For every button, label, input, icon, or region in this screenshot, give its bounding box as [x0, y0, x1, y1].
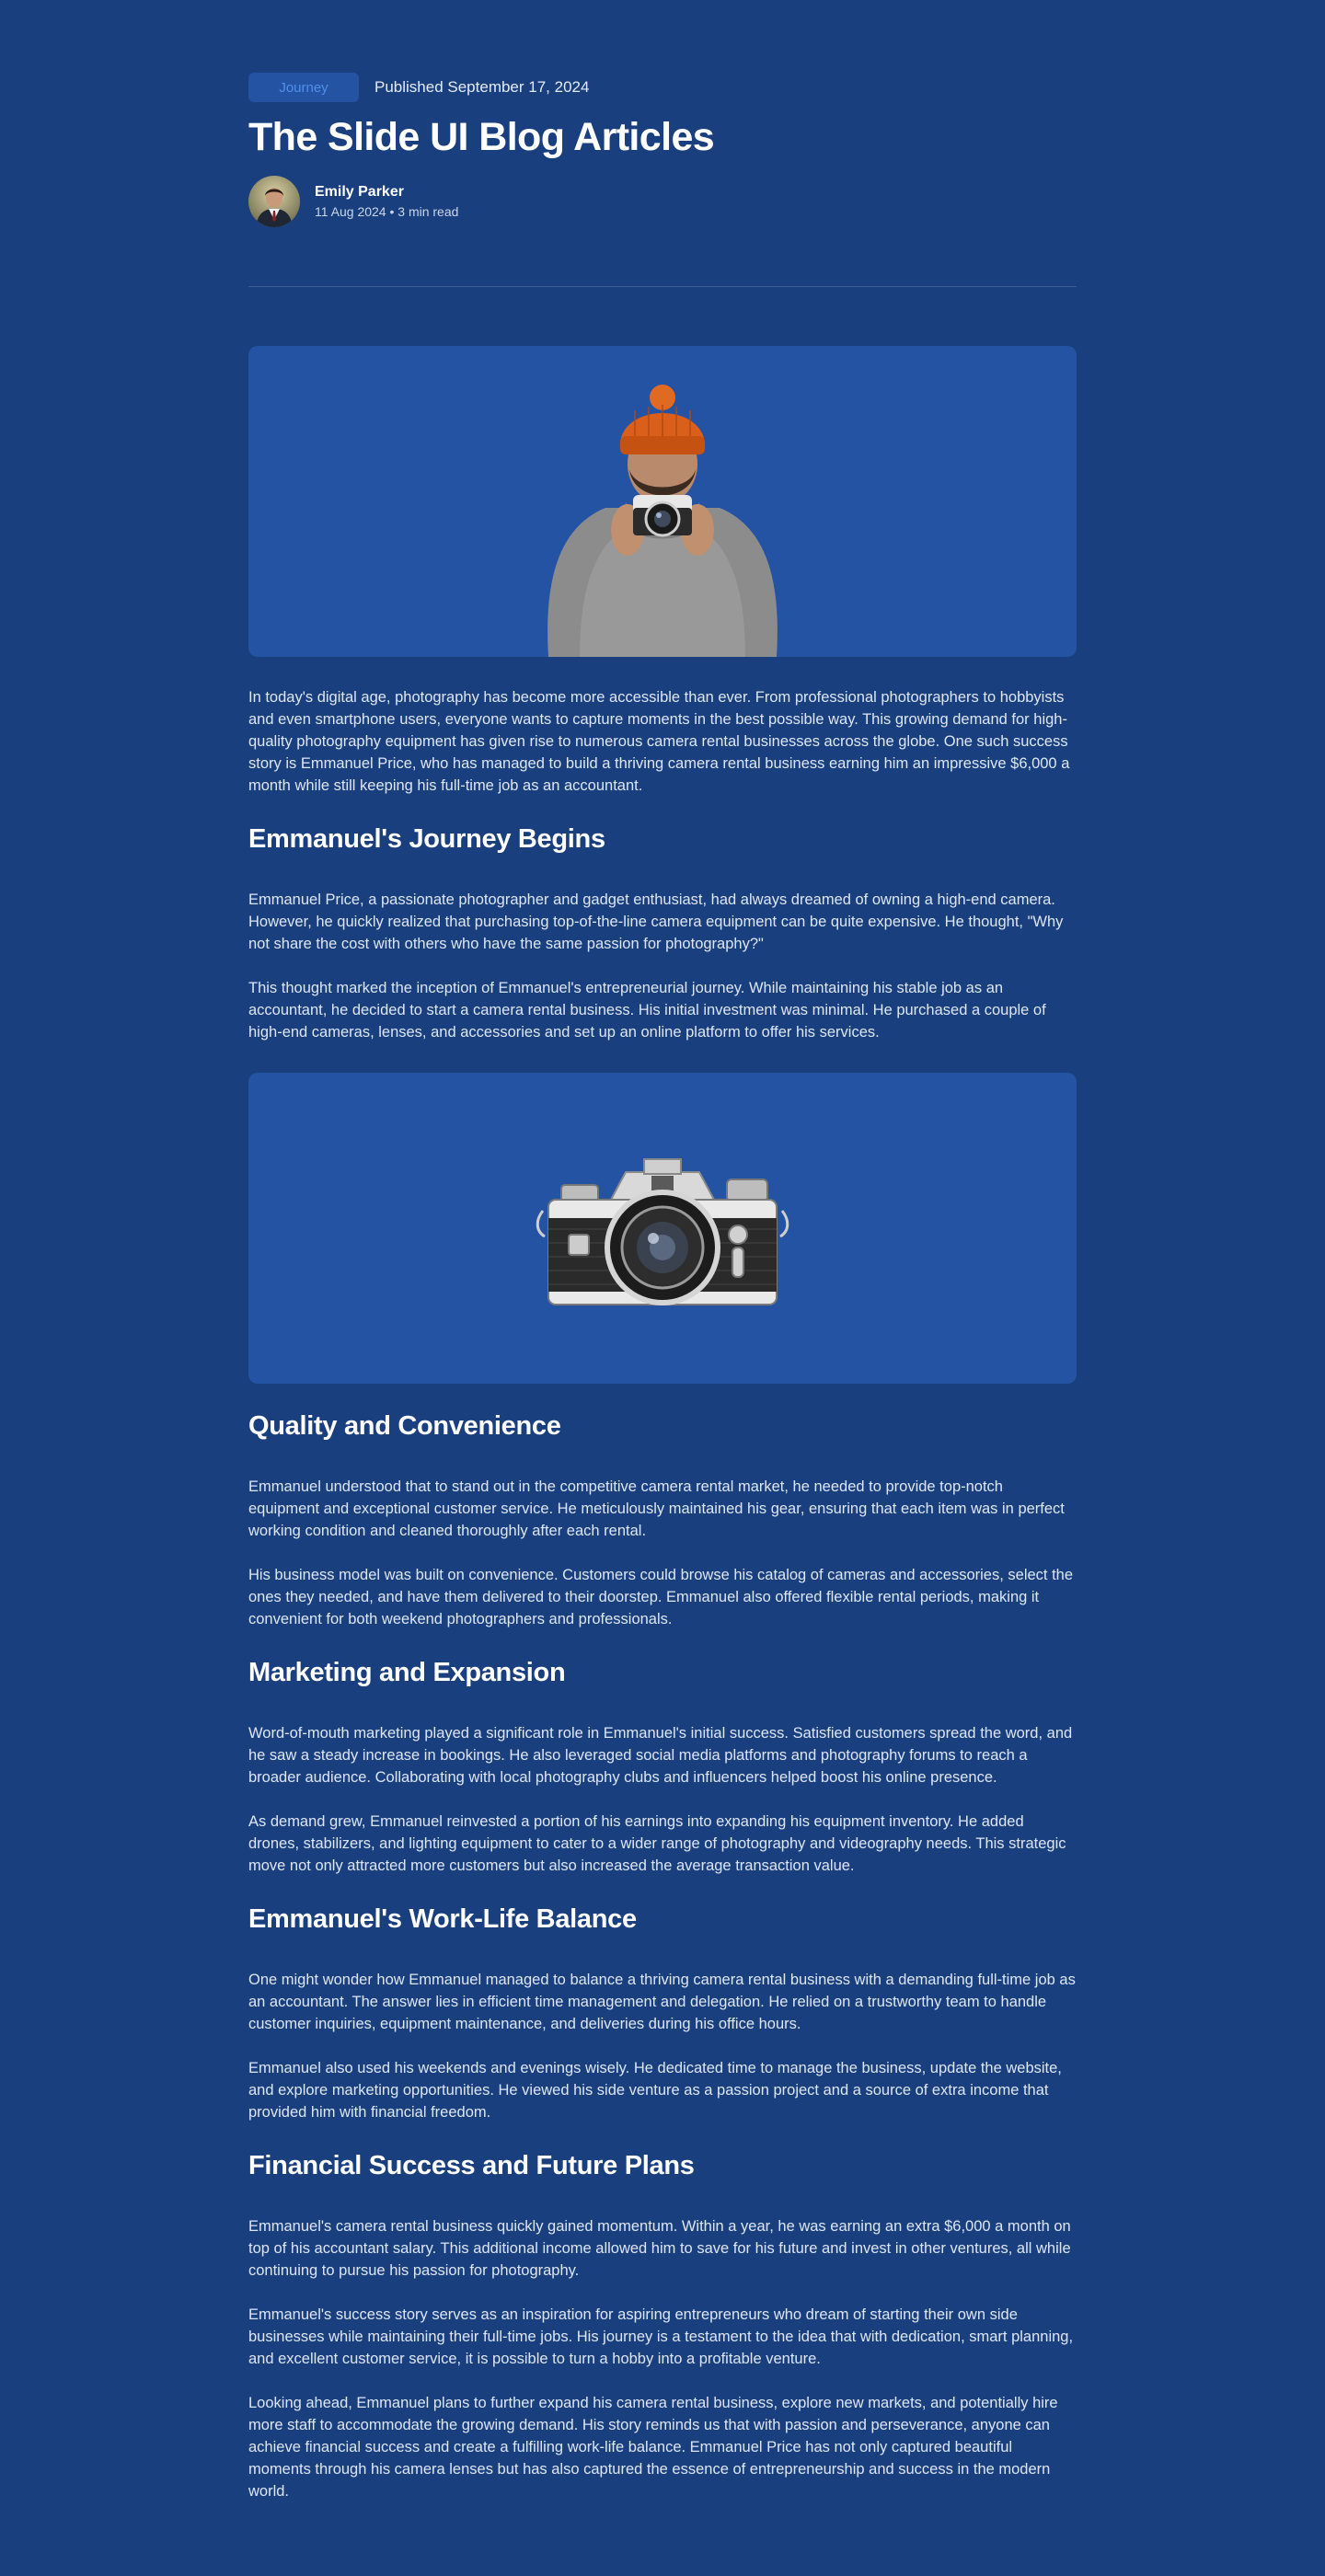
section-heading-journey: Emmanuel's Journey Begins: [248, 824, 605, 854]
journey-paragraph-2: This thought marked the inception of Emm…: [248, 980, 1046, 1041]
section-heading-financial: Financial Success and Future Plans: [248, 2151, 695, 2180]
intro-paragraph: In today's digital age, photography has …: [248, 689, 1070, 794]
journey-paragraph-1: Emmanuel Price, a passionate photographe…: [248, 891, 1064, 952]
avatar: [248, 176, 300, 227]
published-date: Published September 17, 2024: [374, 78, 590, 96]
author-info: Emily Parker 11 Aug 2024 • 3 min read: [248, 176, 458, 227]
page-title: The Slide UI Blog Articles: [248, 115, 715, 159]
author-meta: 11 Aug 2024 • 3 min read: [315, 204, 459, 219]
photographer-figure: [248, 346, 1077, 657]
quality-paragraph-2: His business model was built on convenie…: [248, 1567, 1074, 1627]
financial-paragraph-3: Looking ahead, Emmanuel plans to further…: [248, 2395, 1058, 2500]
author-name[interactable]: Emily Parker: [315, 184, 458, 201]
section-heading-work-life: Emmanuel's Work-Life Balance: [248, 1904, 637, 1934]
financial-paragraph-2: Emmanuel's success story serves as an in…: [248, 2306, 1074, 2367]
avatar-portrait-icon: [248, 176, 300, 227]
category-tag[interactable]: Journey: [248, 73, 359, 102]
work-life-paragraph-2: Emmanuel also used his weekends and even…: [248, 2060, 1062, 2121]
section-heading-quality: Quality and Convenience: [248, 1411, 561, 1441]
camera-figure: [248, 1073, 1077, 1384]
marketing-paragraph-2: As demand grew, Emmanuel reinvested a po…: [248, 1813, 1066, 1874]
financial-paragraph-1: Emmanuel's camera rental business quickl…: [248, 2218, 1071, 2279]
camera-image: [536, 1158, 789, 1305]
work-life-paragraph-1: One might wonder how Emmanuel managed to…: [248, 1972, 1076, 2032]
article-meta: Journey Published September 17, 2024: [248, 73, 589, 102]
photographer-image: [547, 385, 778, 657]
marketing-paragraph-1: Word-of-mouth marketing played a signifi…: [248, 1725, 1073, 1786]
section-heading-marketing: Marketing and Expansion: [248, 1658, 566, 1687]
divider: [248, 286, 1077, 287]
quality-paragraph-1: Emmanuel understood that to stand out in…: [248, 1478, 1065, 1539]
